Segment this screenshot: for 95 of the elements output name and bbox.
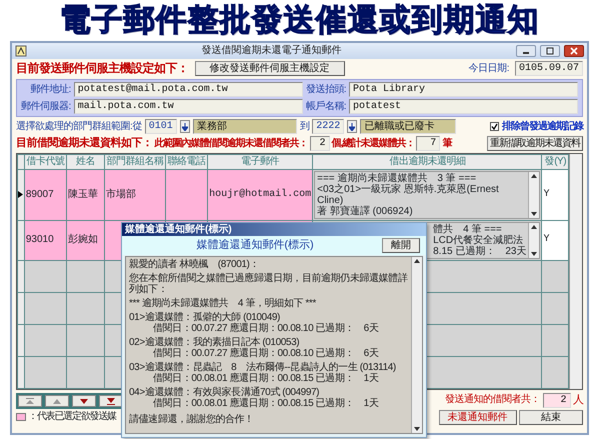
column-header[interactable]: 姓名 xyxy=(66,154,104,169)
column-header[interactable]: 電子郵件 xyxy=(208,154,313,169)
code-field[interactable]: 2222 xyxy=(312,119,344,134)
row-header[interactable] xyxy=(18,169,24,220)
legend-swatch xyxy=(16,412,26,421)
scrollbar[interactable] xyxy=(528,172,540,218)
count-label: 個,總計未還媒體共： xyxy=(332,138,414,150)
section-label: 目前借閱逾期未還資料如下： xyxy=(16,137,152,150)
count-label: 發送通知的借閱者共： xyxy=(445,394,540,406)
close-button[interactable] xyxy=(564,45,584,57)
unit-label: 筆 xyxy=(442,138,452,150)
legend-text: ：代表已選定欲發送媒 xyxy=(28,411,116,422)
column-header[interactable]: 發(Y) xyxy=(542,154,569,169)
exit-button[interactable]: 結束 xyxy=(519,410,583,425)
detail-line: <03之01>一級玩家 恩斯特.克萊恩(Ernest Cline) xyxy=(317,184,500,206)
department-field: 已離職或已廢卡 xyxy=(360,119,456,134)
table-cell[interactable]: Y xyxy=(542,169,569,220)
field-label: 帳戶名稱: xyxy=(306,100,346,112)
previous-record-button[interactable] xyxy=(45,394,69,406)
message-line: 04>逾還媒體：有效與家長溝通70式 (004997) xyxy=(129,387,320,398)
scrollbar[interactable] xyxy=(569,154,582,388)
text-field[interactable]: mail.pota.com.tw xyxy=(74,99,303,114)
detail-line: 體共 4 筆 === xyxy=(433,224,503,234)
send-button[interactable]: 未還通知郵件 xyxy=(438,410,516,425)
field-label: 發送抬頭: xyxy=(306,84,346,96)
window-title: 發送借閱逾期未還電子通知郵件 xyxy=(200,45,342,57)
next-record-button[interactable] xyxy=(72,394,96,406)
table-cell: 市場部 xyxy=(104,169,166,220)
code-field[interactable]: 0101 xyxy=(144,119,177,134)
table-cell[interactable]: Y xyxy=(542,220,569,260)
table-cell: houjr@hotmail.com xyxy=(208,169,313,220)
table-cell: 89007 xyxy=(24,169,67,220)
date-field: 0105.09.07 xyxy=(514,61,583,76)
message-line: 親愛的讀者 林曉楓 (87001)： xyxy=(129,259,260,270)
message-line: 您在本館所借閱之媒體已過應歸還日期，目前逾期仍未歸還媒體詳列如下： xyxy=(129,273,408,295)
down-arrow-icon xyxy=(79,396,89,404)
maximize-icon xyxy=(546,47,554,55)
message-line: 請儘速歸還，謝謝您的合作！ xyxy=(129,414,255,425)
message-line: 01>逾還媒體：孤僻的大師 (010049) xyxy=(129,312,281,323)
dialog-heading: 媒體逾還通知郵件(標示) xyxy=(195,239,315,252)
range-label: 選擇欲處理的部門群組範圍:從 xyxy=(16,120,142,132)
field-label: 郵件伺服器: xyxy=(21,100,71,112)
detail-line: 著 郭寶蓮譯 (006924) xyxy=(317,206,414,216)
dropdown-button[interactable] xyxy=(347,120,358,133)
dropdown-button[interactable] xyxy=(180,120,190,133)
message-line: *** 逾期尚未歸還媒體共 4 筆，明細如下 *** xyxy=(129,298,317,309)
scrollbar[interactable] xyxy=(411,257,422,433)
close-dialog-button[interactable]: 離開 xyxy=(382,238,420,253)
message-line: 03>逾還媒體：昆蟲記 8 法布爾傳--昆蟲詩人的一生 (013114) xyxy=(129,362,397,373)
maximize-button[interactable] xyxy=(540,45,560,57)
first-record-button[interactable] xyxy=(18,394,42,406)
unit-label: 人 xyxy=(573,394,583,406)
count-field: 2 xyxy=(310,136,330,151)
down-arrow-icon xyxy=(349,122,356,130)
field-label: 郵件地址: xyxy=(30,84,71,96)
section-label: 目前發送郵件伺服主機設定如下： xyxy=(16,62,188,76)
dialog-title: 媒體逾還通知郵件(標示) xyxy=(122,223,426,236)
column-header[interactable]: 部門群組名稱 xyxy=(104,154,166,169)
count-label: 此範圍內媒體借閱逾期未還借閱者共： xyxy=(154,138,308,150)
table-cell: 93010 xyxy=(24,220,67,260)
message-line: 借閱日：00.08.01 應還日期：00.08.15 已過期： 1天 xyxy=(152,373,380,384)
checkbox[interactable] xyxy=(490,122,499,131)
close-icon xyxy=(570,47,578,55)
detail-line: LCD代餐安全減肥法 xyxy=(433,234,524,246)
scrollbar[interactable] xyxy=(528,222,540,258)
message-line: 02>逾還媒體：我的素描日記本 (010053) xyxy=(129,337,300,348)
up-arrow-icon xyxy=(52,396,62,404)
table-cell: 彭婉如 xyxy=(66,220,104,260)
department-field: 業務部 xyxy=(192,119,297,134)
column-header[interactable]: 聯絡電話 xyxy=(165,154,208,169)
detail-line: === 逾期尚未歸還媒體共 3 筆 === xyxy=(317,172,478,184)
to-label: 到 xyxy=(300,120,310,132)
column-header[interactable]: 借出逾期未還明細 xyxy=(312,154,542,169)
text-field[interactable]: potatest xyxy=(349,99,578,114)
banner-title: 電子郵件整批發送催還或到期通知 xyxy=(60,2,540,38)
checkbox-label: 排除曾發過逾期記錄 xyxy=(502,120,583,132)
minimize-button[interactable] xyxy=(516,45,536,57)
count-field: 7 xyxy=(416,136,440,151)
text-field[interactable]: Pota Library xyxy=(349,82,578,97)
date-label: 今日日期: xyxy=(468,62,509,74)
first-icon xyxy=(25,396,35,404)
message-line: 借閱日：00.08.01 應還日期：00.08.15 已過期： 1天 xyxy=(152,398,380,409)
text-field[interactable]: potatest@mail.pota.com.tw xyxy=(74,82,303,97)
down-arrow-icon xyxy=(182,122,188,130)
last-icon xyxy=(106,396,116,404)
app-icon xyxy=(15,45,27,57)
refresh-button[interactable]: 重新擷取逾期未還資料 xyxy=(487,136,583,151)
count-field: 2 xyxy=(542,392,570,408)
edit-server-button[interactable]: 修改發送郵件伺服主機設定 xyxy=(194,61,344,76)
column-header[interactable]: 借卡代號 xyxy=(24,154,67,169)
table-cell: 陳玉華 xyxy=(66,169,104,220)
detail-line: 8.15 已過期： 23天 xyxy=(433,246,526,256)
message-line: 借閱日：00.07.27 應還日期：00.08.10 已過期： 6天 xyxy=(152,323,380,334)
message-line: 借閱日：00.07.27 應還日期：00.08.10 已過期： 6天 xyxy=(152,348,380,359)
last-record-button[interactable] xyxy=(99,394,123,406)
